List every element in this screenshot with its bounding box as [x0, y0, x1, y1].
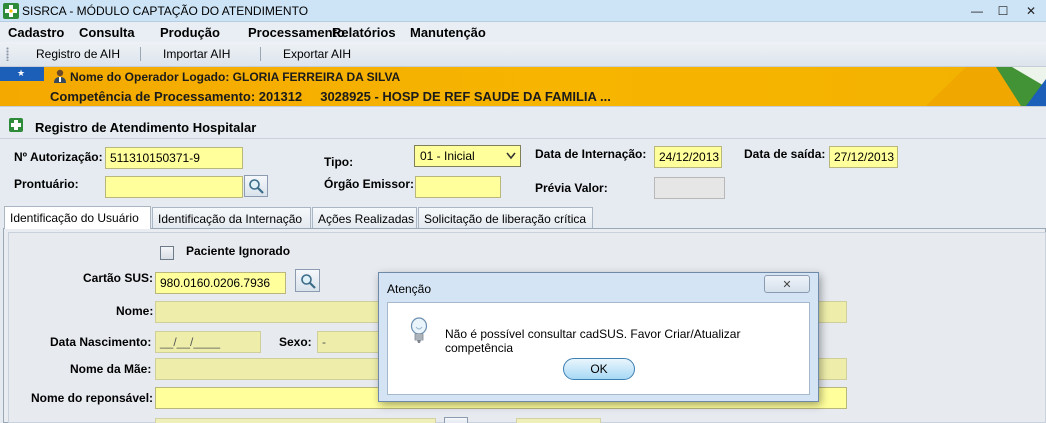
- data-internacao-label: Data de Internação:: [535, 147, 647, 161]
- operator-banner: ★ Nome do Operador Logado: GLORIA FERREI…: [0, 67, 1046, 106]
- dialog-body: Não é possível consultar cadSUS. Favor C…: [387, 302, 810, 395]
- data-saida-field[interactable]: 27/12/2013: [829, 146, 898, 168]
- menu-manutencao[interactable]: Manutenção: [410, 25, 486, 40]
- previa-valor-label: Prévia Valor:: [535, 181, 608, 195]
- tab-solicitacao-liberacao[interactable]: Solicitação de liberação crítica: [418, 207, 593, 228]
- flag-decoration-icon: [926, 67, 1046, 106]
- exportar-aih-button[interactable]: Exportar AIH: [283, 47, 351, 61]
- prontuario-field[interactable]: [105, 176, 243, 198]
- next-row-field[interactable]: [155, 418, 436, 423]
- operator-name: Nome do Operador Logado: GLORIA FERREIRA…: [70, 70, 401, 84]
- data-internacao-field[interactable]: 24/12/2013: [654, 146, 722, 168]
- menu-consulta[interactable]: Consulta: [79, 25, 135, 40]
- tipo-label: Tipo:: [324, 155, 354, 169]
- dialog-title: Atenção: [387, 282, 432, 296]
- window-title: SISRCA - MÓDULO CAPTAÇÃO DO ATENDIMENTO: [22, 4, 309, 18]
- attention-dialog: Atenção ✕ Não é possível consultar cadSU…: [378, 272, 819, 402]
- panel-title: Registro de Atendimento Hospitalar: [35, 120, 257, 135]
- minimize-button[interactable]: —: [964, 0, 990, 22]
- toolbar: Registro de AIH Importar AIH Exportar AI…: [0, 42, 1046, 67]
- medical-cross-icon: [9, 118, 23, 132]
- prontuario-label: Prontuário:: [14, 177, 79, 191]
- importar-aih-button[interactable]: Importar AIH: [163, 47, 230, 61]
- app-logo-icon: [3, 3, 19, 19]
- ok-button[interactable]: OK: [563, 358, 635, 380]
- magnifier-icon: [300, 273, 316, 289]
- chevron-down-icon: [506, 152, 516, 160]
- dialog-message: Não é possível consultar cadSUS. Favor C…: [445, 327, 741, 355]
- nome-label: Nome:: [116, 304, 154, 318]
- autorizacao-label: Nº Autorização:: [14, 150, 103, 164]
- title-bar: SISRCA - MÓDULO CAPTAÇÃO DO ATENDIMENTO …: [0, 0, 1046, 22]
- tipo-select[interactable]: 01 - Inicial: [414, 145, 521, 167]
- star-icon: ★: [17, 68, 26, 78]
- prontuario-search-button[interactable]: [244, 175, 268, 197]
- menu-relatorios[interactable]: Relatórios: [332, 25, 396, 40]
- menu-producao[interactable]: Produção: [160, 25, 220, 40]
- toolbar-grip[interactable]: [6, 47, 9, 61]
- panel-header: Registro de Atendimento Hospitalar: [0, 111, 1046, 139]
- orgao-emissor-label: Órgão Emissor:: [324, 177, 415, 191]
- toolbar-separator: [140, 47, 141, 61]
- registro-aih-button[interactable]: Registro de AIH: [36, 47, 120, 61]
- menu-cadastro[interactable]: Cadastro: [8, 25, 64, 40]
- cartao-sus-search-button[interactable]: [295, 269, 320, 292]
- tab-identificacao-internacao[interactable]: Identificação da Internação: [152, 207, 311, 228]
- tipo-value: 01 - Inicial: [420, 149, 475, 163]
- nome-responsavel-label: Nome do reponsável:: [31, 391, 154, 405]
- autorizacao-field[interactable]: 511310150371-9: [105, 147, 243, 169]
- paciente-ignorado-checkbox[interactable]: [160, 246, 174, 260]
- close-window-button[interactable]: ✕: [1016, 0, 1046, 22]
- dialog-close-button[interactable]: ✕: [764, 275, 810, 293]
- orgao-emissor-field[interactable]: [415, 176, 501, 198]
- cartao-sus-field[interactable]: 980.0160.0206.7936: [155, 272, 286, 294]
- data-nascimento-label: Data Nascimento:: [50, 335, 152, 349]
- toolbar-separator: [260, 47, 261, 61]
- next-row-search-button[interactable]: [444, 417, 468, 423]
- user-avatar-icon: [54, 69, 66, 83]
- sexo-label: Sexo:: [279, 335, 312, 349]
- data-nascimento-field[interactable]: __/__/____: [155, 331, 261, 353]
- nome-mae-label: Nome da Mãe:: [70, 362, 152, 376]
- paciente-ignorado-label: Paciente Ignorado: [186, 244, 291, 258]
- lightbulb-icon: [410, 317, 428, 343]
- cartao-sus-label: Cartão SUS:: [83, 271, 154, 285]
- menu-bar: Cadastro Consulta Produção Processamento…: [0, 22, 1046, 42]
- previa-valor-field: [654, 177, 725, 199]
- maximize-button[interactable]: ☐: [990, 0, 1016, 22]
- tab-identificacao-usuario[interactable]: Identificação do Usuário: [4, 206, 151, 229]
- magnifier-icon: [249, 179, 264, 194]
- competencia-info: Competência de Processamento: 201312 302…: [50, 89, 611, 104]
- tab-acoes-realizadas[interactable]: Ações Realizadas: [312, 207, 417, 228]
- next-row-field-2[interactable]: [516, 418, 601, 423]
- menu-processamento[interactable]: Processamento: [248, 25, 345, 40]
- data-saida-label: Data de saída:: [744, 147, 826, 161]
- sexo-select[interactable]: -: [317, 331, 380, 353]
